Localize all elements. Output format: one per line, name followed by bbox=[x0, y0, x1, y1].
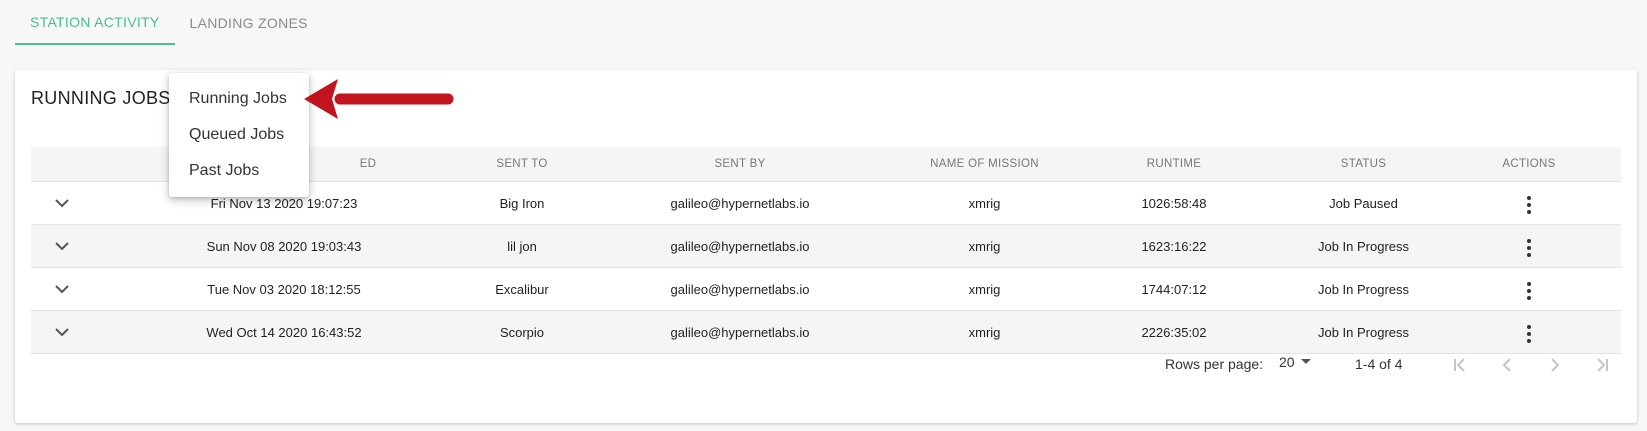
cell-runtime: 2226:35:02 bbox=[1141, 324, 1207, 340]
cell-date: Sun Nov 08 2020 19:03:43 bbox=[206, 238, 362, 254]
cell-status: Job In Progress bbox=[1317, 281, 1410, 297]
rows-per-page-select[interactable]: 20 bbox=[1279, 354, 1311, 370]
tab-station-activity[interactable]: STATION ACTIVITY bbox=[15, 0, 175, 45]
header-runtime[interactable]: RUNTIME bbox=[1058, 158, 1290, 170]
cell-sent-by: galileo@hypernetlabs.io bbox=[670, 238, 810, 254]
cell-sent-by: galileo@hypernetlabs.io bbox=[670, 195, 810, 211]
menu-item-past-jobs[interactable]: Past Jobs bbox=[169, 153, 309, 189]
tab-bar: STATION ACTIVITY LANDING ZONES bbox=[15, 0, 323, 45]
cell-mission: xmrig bbox=[968, 195, 1001, 211]
more-vert-icon[interactable] bbox=[1519, 235, 1539, 261]
pagination: Rows per page: 20 1-4 of 4 bbox=[15, 350, 1637, 380]
header-mission[interactable]: NAME OF MISSION bbox=[911, 158, 1058, 170]
menu-item-running-jobs[interactable]: Running Jobs bbox=[169, 81, 309, 117]
last-page-icon[interactable] bbox=[1589, 352, 1615, 378]
cell-runtime: 1744:07:12 bbox=[1141, 281, 1207, 297]
chevron-down-icon[interactable] bbox=[50, 277, 74, 301]
rows-per-page-label: Rows per page: bbox=[1165, 356, 1264, 372]
rows-per-page-value: 20 bbox=[1279, 354, 1295, 370]
more-vert-icon[interactable] bbox=[1519, 278, 1539, 304]
cell-mission: xmrig bbox=[968, 324, 1001, 340]
menu-item-queued-jobs[interactable]: Queued Jobs bbox=[169, 117, 309, 153]
chevron-down-icon[interactable] bbox=[50, 191, 74, 215]
tab-landing-zones[interactable]: LANDING ZONES bbox=[175, 0, 323, 45]
chevron-down-icon[interactable] bbox=[50, 234, 74, 258]
cell-date: Tue Nov 03 2020 18:12:55 bbox=[207, 281, 361, 297]
chevron-down-icon[interactable] bbox=[50, 320, 74, 344]
cell-sent-by: galileo@hypernetlabs.io bbox=[670, 281, 810, 297]
cell-sent-to: Big Iron bbox=[499, 195, 545, 211]
cell-runtime: 1623:16:22 bbox=[1141, 238, 1207, 254]
first-page-icon[interactable] bbox=[1447, 352, 1473, 378]
cell-date: Fri Nov 13 2020 19:07:23 bbox=[210, 195, 358, 211]
more-vert-icon[interactable] bbox=[1519, 321, 1539, 347]
header-actions: ACTIONS bbox=[1502, 158, 1556, 170]
cell-status: Job In Progress bbox=[1317, 324, 1410, 340]
cell-runtime: 1026:58:48 bbox=[1141, 195, 1207, 211]
cell-sent-to: Scorpio bbox=[499, 324, 545, 340]
cell-status: Job Paused bbox=[1329, 195, 1398, 211]
cell-sent-by: galileo@hypernetlabs.io bbox=[670, 324, 810, 340]
cell-status: Job In Progress bbox=[1317, 238, 1410, 254]
cell-sent-to: Excalibur bbox=[495, 281, 549, 297]
cell-sent-to: lil jon bbox=[507, 238, 537, 254]
page-range: 1-4 of 4 bbox=[1355, 356, 1403, 372]
header-sent-to[interactable]: SENT TO bbox=[475, 158, 569, 170]
job-type-menu: Running Jobs Queued Jobs Past Jobs bbox=[169, 73, 309, 197]
cell-mission: xmrig bbox=[968, 281, 1001, 297]
header-status[interactable]: STATUS bbox=[1290, 158, 1437, 170]
table-row: Wed Oct 14 2020 16:43:52 Scorpio galileo… bbox=[31, 311, 1621, 354]
table-row: Tue Nov 03 2020 18:12:55 Excalibur galil… bbox=[31, 268, 1621, 311]
dropdown-arrow-icon bbox=[1300, 359, 1311, 364]
cell-mission: xmrig bbox=[968, 238, 1001, 254]
table-row: Sun Nov 08 2020 19:03:43 lil jon galileo… bbox=[31, 225, 1621, 268]
next-page-icon[interactable] bbox=[1542, 352, 1568, 378]
annotation-arrow-icon bbox=[304, 79, 454, 119]
more-vert-icon[interactable] bbox=[1519, 192, 1539, 218]
cell-date: Wed Oct 14 2020 16:43:52 bbox=[206, 324, 362, 340]
prev-page-icon[interactable] bbox=[1494, 352, 1520, 378]
header-sent-by[interactable]: SENT BY bbox=[569, 158, 911, 170]
